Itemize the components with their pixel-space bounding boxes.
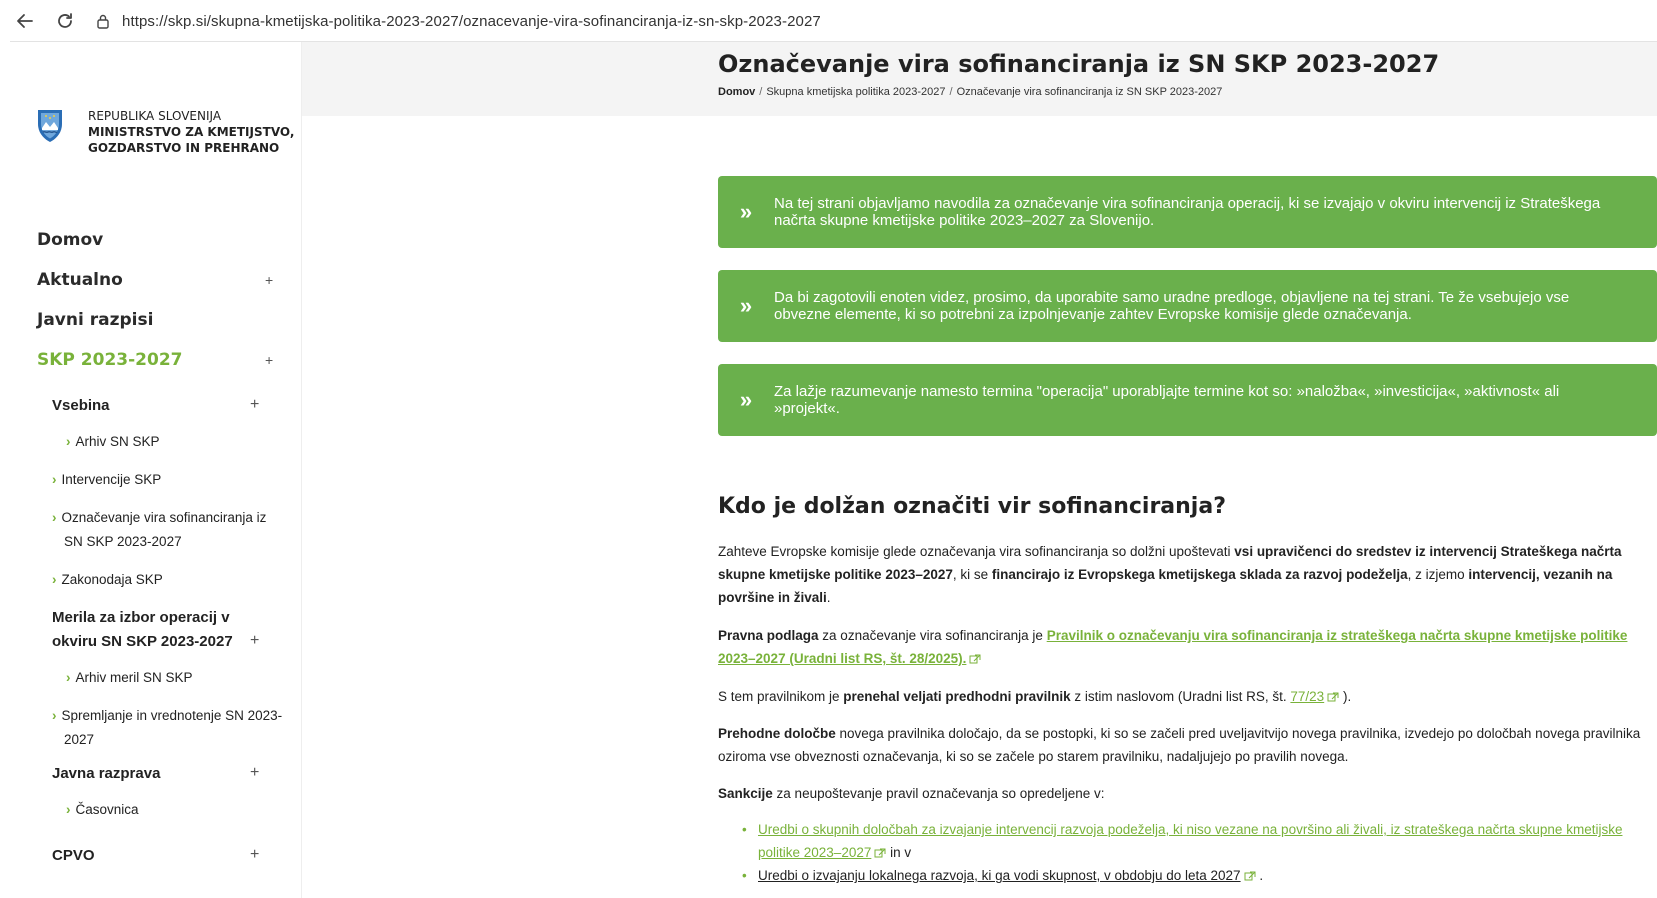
notice-box: » Za lažje razumevanje namesto termina "…	[718, 364, 1657, 436]
double-chevron-icon: »	[739, 293, 753, 318]
logo-line-3: GOZDARSTVO IN PREHRANO	[88, 141, 280, 155]
double-chevron-icon: »	[739, 199, 753, 224]
breadcrumb: Domov / Skupna kmetijska politika 2023-202…	[718, 86, 1222, 98]
nav-javna-razprava[interactable]: Javna razprava	[52, 762, 160, 786]
chevron-right-icon: ›	[52, 572, 57, 587]
address-bar[interactable]: https://skp.si/skupna-kmetijska-politika…	[94, 6, 821, 36]
breadcrumb-home[interactable]: Domov	[718, 86, 755, 98]
sanctions-list: Uredbi o skupnih določbah za izvajanje i…	[740, 818, 1657, 887]
arrow-left-icon[interactable]	[10, 6, 40, 36]
nav-spremljanje[interactable]: › Spremljanje in vrednotenje SN 2023- 202…	[52, 704, 282, 752]
breadcrumb-current: Označevanje vira sofinanciranja iz SN SK…	[956, 86, 1223, 98]
notice-text: Da bi zagotovili enoten videz, prosimo, …	[774, 289, 1570, 323]
nav-intervencije-skp[interactable]: › Intervencije SKP	[52, 468, 161, 492]
paragraph-legal-basis: Pravna podlaga za označevanje vira sofin…	[718, 628, 1628, 666]
external-link-icon	[1327, 692, 1339, 702]
notice-text: Na tej strani objavljamo navodila za ozn…	[774, 195, 1601, 229]
reload-icon[interactable]	[50, 6, 80, 36]
breadcrumb-skp[interactable]: Skupna kmetijska politika 2023-2027	[766, 86, 945, 98]
nav-skp-2023-2027[interactable]: SKP 2023-2027	[37, 350, 182, 370]
lock-icon[interactable]	[94, 12, 112, 30]
expand-vsebina-icon[interactable]: +	[250, 396, 259, 414]
nav-aktualno[interactable]: Aktualno	[37, 270, 123, 290]
nav-merila[interactable]: Merila za izbor operacij v okviru SN SKP…	[52, 606, 233, 654]
paragraph-previous-rule: S tem pravilnikom je prenehal veljati pr…	[718, 689, 1352, 704]
list-item: Uredbi o skupnih določbah za izvajanje i…	[740, 818, 1657, 864]
nav-arhiv-meril[interactable]: › Arhiv meril SN SKP	[66, 666, 193, 690]
chevron-right-icon: ›	[52, 472, 57, 487]
paragraph-transitional: Prehodne določbe novega pravilnika določ…	[718, 726, 1641, 764]
url-text[interactable]: https://skp.si/skupna-kmetijska-politika…	[122, 13, 821, 30]
expand-skp-icon[interactable]: +	[265, 352, 273, 368]
notice-box: » Na tej strani objavljamo navodila za o…	[718, 176, 1657, 248]
nav-vsebina[interactable]: Vsebina	[52, 394, 110, 418]
chevron-right-icon: ›	[66, 802, 71, 817]
uradni-list-77-23-link[interactable]: 77/23	[1290, 689, 1324, 704]
list-item: Uredbi o izvajanju lokalnega razvoja, ki…	[740, 864, 1657, 887]
browser-toolbar: https://skp.si/skupna-kmetijska-politika…	[0, 0, 1657, 42]
nav-zakonodaja-skp[interactable]: › Zakonodaja SKP	[52, 568, 163, 592]
chevron-right-icon: ›	[52, 510, 57, 525]
double-chevron-icon: »	[739, 387, 753, 412]
chevron-right-icon: ›	[66, 670, 71, 685]
external-link-icon	[969, 654, 981, 664]
page-title: Označevanje vira sofinanciranja iz SN SK…	[718, 50, 1440, 78]
nav-javni-razpisi[interactable]: Javni razpisi	[37, 310, 153, 330]
expand-javna-razprava-icon[interactable]: +	[250, 764, 259, 782]
sidebar: REPUBLIKA SLOVENIJA MINISTRSTVO ZA KMETI…	[0, 42, 302, 898]
logo-line-1: REPUBLIKA SLOVENIJA	[88, 109, 222, 123]
nav-casovnica[interactable]: › Časovnica	[66, 798, 139, 822]
chevron-right-icon: ›	[52, 708, 57, 723]
section-heading: Kdo je dolžan označiti vir sofinanciranj…	[718, 494, 1226, 519]
external-link-icon	[1244, 871, 1256, 881]
paragraph-obligation: Zahteve Evropske komisije glede označeva…	[718, 544, 1622, 605]
nav-cpvo[interactable]: CPVO	[52, 844, 95, 868]
expand-merila-icon[interactable]: +	[250, 632, 259, 650]
logo-line-2: MINISTRSTVO ZA KMETIJSTVO,	[88, 125, 295, 139]
nav-oznacevanje[interactable]: › Označevanje vira sofinanciranja iz SN S…	[52, 506, 266, 554]
external-link-icon	[874, 848, 886, 858]
ministry-logo[interactable]: REPUBLIKA SLOVENIJA MINISTRSTVO ZA KMETI…	[36, 108, 294, 156]
breadcrumb-separator: /	[949, 86, 953, 98]
expand-aktualno-icon[interactable]: +	[265, 272, 273, 288]
notice-box: » Da bi zagotovili enoten videz, prosimo…	[718, 270, 1657, 342]
notice-text: Za lažje razumevanje namesto termina "op…	[774, 383, 1560, 417]
expand-cpvo-icon[interactable]: +	[250, 846, 259, 864]
nav-domov[interactable]: Domov	[37, 230, 103, 250]
coat-of-arms-icon	[38, 110, 62, 142]
breadcrumb-separator: /	[759, 86, 763, 98]
chevron-right-icon: ›	[66, 434, 71, 449]
uredba-lokalni-razvoj-link[interactable]: Uredbi o izvajanju lokalnega razvoja, ki…	[758, 868, 1241, 883]
nav-arhiv-sn-skp[interactable]: › Arhiv SN SKP	[66, 430, 160, 454]
paragraph-sanctions: Sankcije za neupoštevanje pravil označev…	[718, 786, 1105, 801]
